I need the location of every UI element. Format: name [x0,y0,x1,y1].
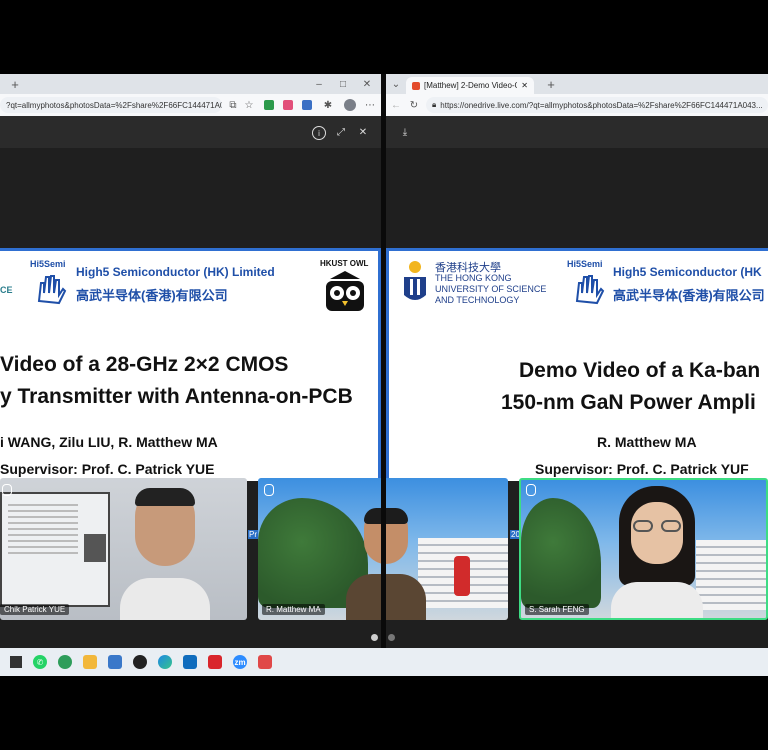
mic-indicator-icon [2,484,12,496]
close-icon[interactable]: ✕ [356,125,370,139]
window-divider [381,74,386,648]
acrobat-icon[interactable] [208,655,222,669]
trees-background [521,498,601,608]
zoom-icon[interactable]: zm [233,655,247,669]
whatsapp-icon[interactable]: ✆ [33,655,47,669]
refresh-icon[interactable]: ↻ [408,99,420,111]
extensions-puzzle-icon[interactable]: ✱ [322,99,334,111]
participant-silhouette [346,508,426,620]
new-tab-button[interactable]: + [8,77,22,92]
hi5semi-logo-text-right: Hi5Semi [567,259,603,269]
start-icon[interactable] [10,656,22,668]
slide-title-line2-right: 150-nm GaN Power Ampli [501,391,756,414]
hi5semi-logo-text: Hi5Semi [30,259,66,269]
minimize-button[interactable]: – [312,77,326,91]
app-green-icon[interactable] [58,655,72,669]
right-viewer-toolbar: ⤓ [386,116,768,148]
slide-supervisor: Supervisor: Prof. C. Patrick YUE [0,461,215,477]
extension-blue-icon[interactable] [302,100,312,110]
close-window-button[interactable]: ✕ [360,77,374,91]
download-icon[interactable]: ⤓ [398,125,412,139]
slide-authors: i WANG, Zilu LIU, R. Matthew MA [0,434,218,450]
participant-silhouette [120,488,210,620]
video-tile-sarah[interactable]: S. Sarah FENG [519,478,768,620]
company-name-en: High5 Semiconductor (HK) Limited [76,265,275,279]
poster-board [0,492,110,607]
company-name-en-right: High5 Semiconductor (HK [613,265,762,279]
hkust-name-en2: UNIVERSITY OF SCIENCE [435,284,547,294]
left-url-field[interactable]: ?qt=allmyphotos&photosData=%2Fshare%2F66… [0,97,222,113]
tab-close-icon[interactable]: ✕ [521,81,528,90]
taskbar: ✆ zm [0,648,768,676]
tab-favicon-icon [412,81,420,90]
file-explorer-icon[interactable] [83,655,97,669]
more-menu-icon[interactable]: ⋯ [364,99,376,111]
slide-title-line1: Video of a 28-GHz 2×2 CMOS [0,353,289,376]
company-name-zh-right: 高武半导体(香港)有限公司 [613,288,765,303]
extension-pink-icon[interactable] [283,100,293,110]
hkust-name-en3: AND TECHNOLOGY [435,295,520,305]
mic-indicator-icon [526,484,536,496]
participant-silhouette [607,486,707,618]
maximize-button[interactable]: □ [336,77,350,91]
right-slide: 香港科技大學 THE HONG KONG UNIVERSITY OF SCIEN… [386,248,768,481]
left-viewer-toolbar: i ⤢ ✕ [0,116,381,148]
strip-partial-label-1: Pr [248,530,258,539]
video-tile-patrick[interactable]: Chik Patrick YUE [0,478,247,620]
tab-demo-video[interactable]: [Matthew] 2-Demo Video-GaN PA ✕ [406,77,534,94]
hi5-hand-logo-icon [33,271,69,307]
company-name-zh: 高武半导体(香港)有限公司 [76,288,228,303]
expand-icon[interactable]: ⤢ [334,125,348,139]
outlook-icon[interactable] [183,655,197,669]
edge-icon[interactable] [158,655,172,669]
app-dark-icon[interactable] [133,655,147,669]
profile-avatar[interactable] [344,99,356,111]
owl-mascot-icon [322,271,368,311]
right-url-text: https://onedrive.live.com/?qt=allmyphoto… [440,100,763,110]
left-addressbar: ?qt=allmyphotos&photosData=%2Fshare%2F66… [0,94,381,116]
favorite-star-icon[interactable]: ☆ [243,99,255,111]
mic-indicator-icon [264,484,274,496]
page-dot[interactable] [388,634,395,641]
app-red-icon[interactable] [258,655,272,669]
slide-title-line2: y Transmitter with Antenna-on-PCB [0,385,353,408]
owl-label: HKUST OWL [320,259,369,268]
info-icon[interactable]: i [312,126,326,140]
right-addressbar: ← ↻ 🔒︎ https://onedrive.live.com/?qt=all… [386,94,768,116]
hkust-crest-icon [401,259,429,305]
participant-name: S. Sarah FENG [525,604,589,615]
left-slide: CE Hi5Semi High5 Semiconductor (HK) Limi… [0,248,381,481]
slide-supervisor-right: Supervisor: Prof. C. Patrick YUF [535,461,749,477]
extension-green-icon[interactable] [264,100,274,110]
slide-authors-right: R. Matthew MA [597,434,697,450]
right-tabbar: ⌄ [Matthew] 2-Demo Video-GaN PA ✕ + [386,74,768,94]
new-tab-button-right[interactable]: + [544,77,558,92]
app-icon[interactable] [108,655,122,669]
tab-icon[interactable]: ⧉ [227,99,239,111]
tab-title: [Matthew] 2-Demo Video-GaN PA [424,81,517,90]
lock-icon: 🔒︎ [432,100,437,109]
tab-actions-chevron-icon[interactable]: ⌄ [390,78,402,90]
participant-name: R. Matthew MA [262,604,325,615]
participant-name: Chik Patrick YUE [0,604,70,615]
hi5-hand-logo-icon-right [571,271,607,307]
hkust-name-en1: THE HONG KONG [435,273,512,283]
slide-title-line1-right: Demo Video of a Ka-ban [519,359,761,382]
hkust-partial-text: CE [0,285,13,295]
left-tabbar: + – □ ✕ [0,74,381,94]
right-url-field[interactable]: 🔒︎ https://onedrive.live.com/?qt=allmyph… [426,97,768,113]
back-arrow-icon[interactable]: ← [390,99,402,111]
left-url-text: ?qt=allmyphotos&photosData=%2Fshare%2F66… [6,100,222,110]
page-dot-active[interactable] [371,634,378,641]
